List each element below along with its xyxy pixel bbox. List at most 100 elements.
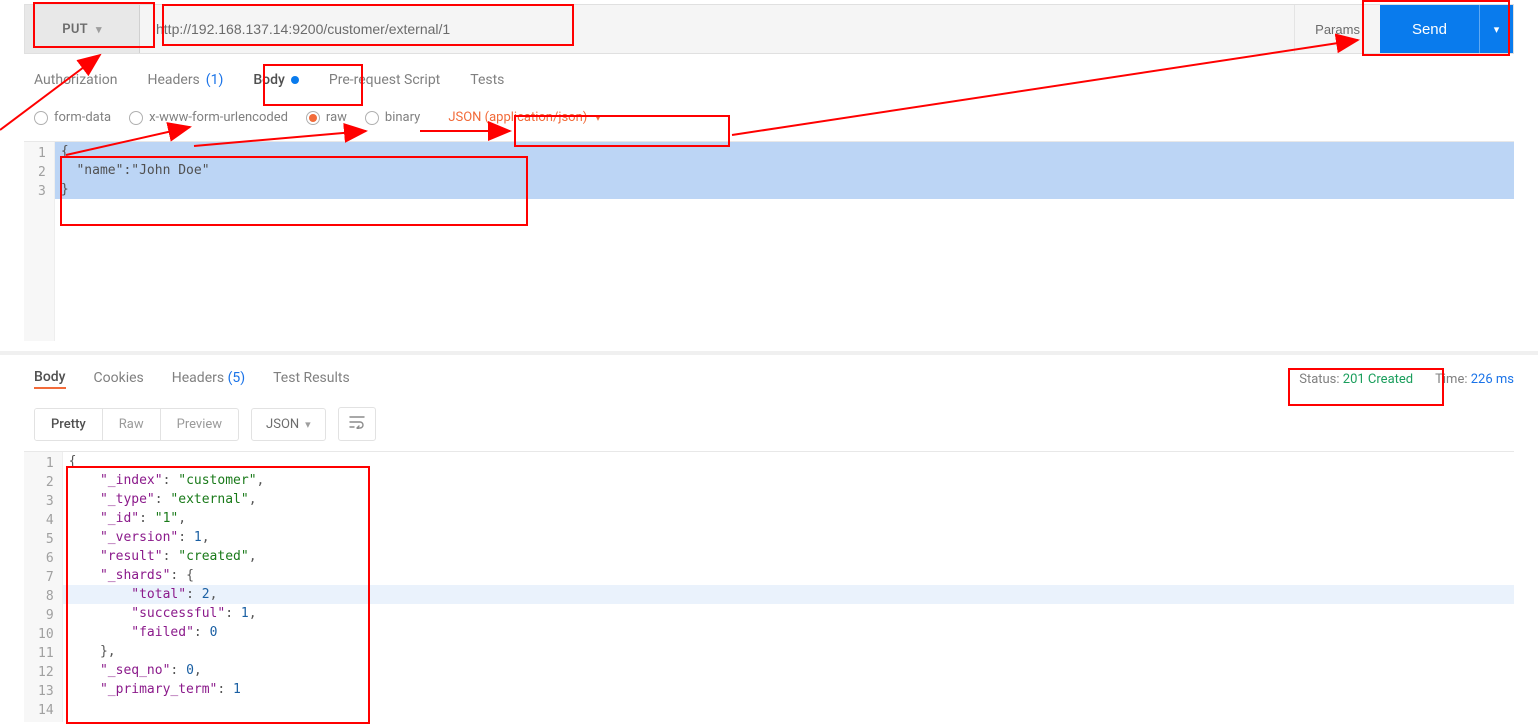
- resp-tab-body[interactable]: Body: [34, 369, 66, 389]
- tab-label: Body: [253, 72, 285, 88]
- line-num: 8: [38, 587, 54, 606]
- line-num: 4: [38, 511, 54, 530]
- editor-code[interactable]: { "_index": "customer", "_type": "extern…: [63, 452, 1514, 722]
- code-line: "failed": 0: [63, 623, 1514, 642]
- status-value: 201 Created: [1343, 372, 1413, 387]
- content-type-value: JSON (application/json): [448, 110, 587, 125]
- code-line: {: [55, 142, 1514, 161]
- tab-label: Pre-request Script: [329, 72, 440, 88]
- tab-label: Authorization: [34, 72, 117, 88]
- tab-body[interactable]: Body: [253, 72, 299, 92]
- tab-label: Test Results: [273, 370, 350, 386]
- response-tabs: Body Cookies Headers (5) Test Results: [34, 359, 350, 399]
- http-method-select[interactable]: PUT ▾: [25, 5, 140, 53]
- tab-label: Headers: [147, 72, 199, 88]
- resp-tab-headers[interactable]: Headers (5): [172, 370, 245, 388]
- line-num: 1: [38, 144, 46, 163]
- body-type-urlencoded[interactable]: x-www-form-urlencoded: [129, 110, 288, 125]
- code-line: {: [63, 452, 1514, 471]
- body-type-formdata[interactable]: form-data: [34, 110, 111, 125]
- line-num: 5: [38, 530, 54, 549]
- tab-headers[interactable]: Headers (1): [147, 72, 223, 92]
- view-mode-group: Pretty Raw Preview: [34, 408, 239, 441]
- chevron-down-icon: ▾: [305, 418, 311, 431]
- tab-prerequest[interactable]: Pre-request Script: [329, 72, 440, 92]
- line-num: 3: [38, 182, 46, 201]
- viewmode-raw[interactable]: Raw: [103, 409, 161, 440]
- request-url-input[interactable]: [140, 5, 1294, 53]
- response-lang-select[interactable]: JSON ▾: [251, 408, 326, 441]
- radio-label: x-www-form-urlencoded: [149, 110, 288, 125]
- response-body-editor[interactable]: 1 2 3 4 5 6 7 8 9 10 11 12 13 14 { "_ind…: [24, 451, 1514, 722]
- params-button[interactable]: Params: [1294, 5, 1380, 53]
- tab-label: Body: [34, 369, 66, 385]
- wrap-lines-button[interactable]: [338, 407, 376, 441]
- tab-authorization[interactable]: Authorization: [34, 72, 117, 92]
- code-line: "_id": "1",: [63, 509, 1514, 528]
- request-tabs: Authorization Headers (1) Body Pre-reque…: [0, 54, 1538, 98]
- wrap-icon: [349, 415, 365, 429]
- line-num: 3: [38, 492, 54, 511]
- label: Status:: [1299, 372, 1339, 387]
- radio-label: binary: [385, 110, 420, 125]
- radio-icon: [34, 111, 48, 125]
- code-line: "total": 2,: [63, 585, 1514, 604]
- resp-tab-cookies[interactable]: Cookies: [94, 370, 144, 388]
- code-line: "_seq_no": 0,: [63, 661, 1514, 680]
- line-num: 7: [38, 568, 54, 587]
- line-num: 14: [38, 701, 54, 720]
- tab-label: Headers: [172, 370, 224, 386]
- viewmode-preview[interactable]: Preview: [161, 409, 238, 440]
- body-type-raw[interactable]: raw: [306, 110, 347, 125]
- response-controls: Pretty Raw Preview JSON ▾: [0, 399, 1538, 451]
- line-num: 6: [38, 549, 54, 568]
- code-line: "name":"John Doe": [55, 161, 1514, 180]
- resp-tab-testresults[interactable]: Test Results: [273, 370, 350, 388]
- code-line: "_index": "customer",: [63, 471, 1514, 490]
- code-line: "_type": "external",: [63, 490, 1514, 509]
- send-button[interactable]: Send: [1380, 5, 1479, 53]
- dot-icon: [291, 76, 299, 84]
- line-num: 12: [38, 663, 54, 682]
- editor-gutter: 1 2 3: [24, 142, 55, 341]
- editor-code[interactable]: { "name":"John Doe" }: [55, 142, 1514, 341]
- radio-label: form-data: [54, 110, 111, 125]
- viewmode-pretty[interactable]: Pretty: [35, 409, 103, 440]
- time-value: 226 ms: [1471, 372, 1514, 387]
- content-type-select[interactable]: JSON (application/json) ▾: [438, 106, 611, 129]
- body-type-binary[interactable]: binary: [365, 110, 420, 125]
- line-num: 2: [38, 163, 46, 182]
- radio-icon: [129, 111, 143, 125]
- editor-gutter: 1 2 3 4 5 6 7 8 9 10 11 12 13 14: [24, 452, 63, 722]
- line-num: 13: [38, 682, 54, 701]
- tab-tests[interactable]: Tests: [470, 72, 504, 92]
- http-method-value: PUT: [62, 22, 88, 37]
- radio-icon: [365, 111, 379, 125]
- lang-value: JSON: [266, 417, 299, 432]
- label: Time:: [1435, 372, 1467, 387]
- tab-label: Cookies: [94, 370, 144, 386]
- send-dropdown-button[interactable]: ▾: [1479, 5, 1513, 53]
- request-body-editor[interactable]: 1 2 3 { "name":"John Doe" }: [24, 141, 1514, 341]
- tab-label: Tests: [470, 72, 504, 88]
- radio-icon: [306, 111, 320, 125]
- code-line: "_primary_term": 1: [63, 680, 1514, 699]
- tab-count: (5): [228, 370, 246, 386]
- chevron-down-icon: ▾: [595, 111, 601, 124]
- radio-label: raw: [326, 110, 347, 125]
- line-num: 9: [38, 606, 54, 625]
- code-line: "successful": 1,: [63, 604, 1514, 623]
- line-num: 1: [38, 454, 54, 473]
- response-meta: Status: 201 Created Time: 226 ms: [1299, 372, 1514, 387]
- line-num: 11: [38, 644, 54, 663]
- tab-count: (1): [206, 72, 224, 88]
- status-label: Status: 201 Created: [1299, 372, 1413, 387]
- time-label: Time: 226 ms: [1435, 372, 1514, 387]
- code-line: }: [55, 180, 1514, 199]
- code-line: "_shards": {: [63, 566, 1514, 585]
- code-line: "result": "created",: [63, 547, 1514, 566]
- body-type-row: form-data x-www-form-urlencoded raw bina…: [0, 98, 1538, 141]
- code-line: "_version": 1,: [63, 528, 1514, 547]
- chevron-down-icon: ▾: [96, 23, 102, 36]
- request-bar: PUT ▾ Params Send ▾: [24, 4, 1514, 54]
